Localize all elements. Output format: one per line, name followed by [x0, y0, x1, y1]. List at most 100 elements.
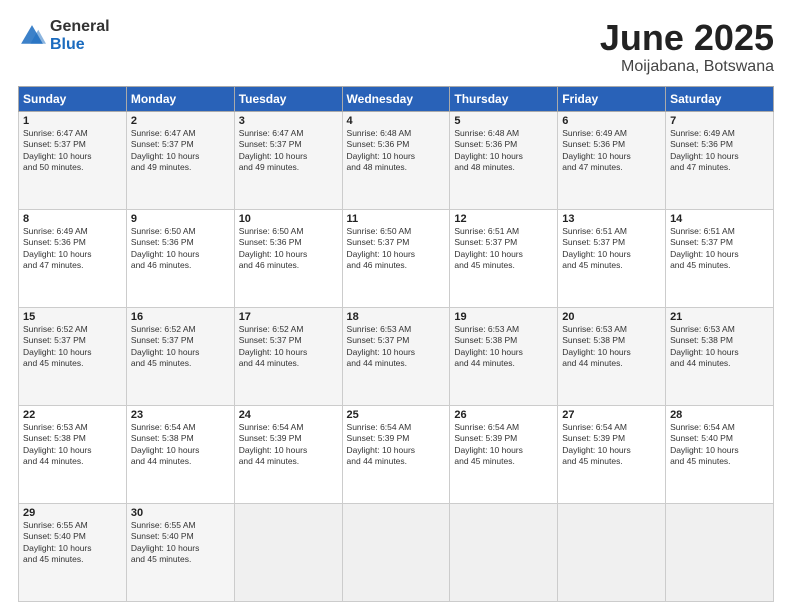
- calendar-day-cell: 22Sunrise: 6:53 AM Sunset: 5:38 PM Dayli…: [19, 405, 127, 503]
- calendar-empty-cell: [450, 503, 558, 601]
- header-saturday: Saturday: [666, 86, 774, 111]
- day-number: 12: [454, 213, 553, 225]
- title-area: June 2025 Moijabana, Botswana: [600, 18, 774, 76]
- day-number: 10: [239, 213, 338, 225]
- day-number: 2: [131, 115, 230, 127]
- day-info: Sunrise: 6:54 AM Sunset: 5:40 PM Dayligh…: [670, 422, 769, 468]
- calendar-empty-cell: [666, 503, 774, 601]
- day-info: Sunrise: 6:54 AM Sunset: 5:39 PM Dayligh…: [454, 422, 553, 468]
- calendar-day-cell: 6Sunrise: 6:49 AM Sunset: 5:36 PM Daylig…: [558, 111, 666, 209]
- calendar-day-cell: 10Sunrise: 6:50 AM Sunset: 5:36 PM Dayli…: [234, 209, 342, 307]
- calendar-week-row: 15Sunrise: 6:52 AM Sunset: 5:37 PM Dayli…: [19, 307, 774, 405]
- calendar-empty-cell: [558, 503, 666, 601]
- header-friday: Friday: [558, 86, 666, 111]
- day-number: 9: [131, 213, 230, 225]
- calendar-week-row: 29Sunrise: 6:55 AM Sunset: 5:40 PM Dayli…: [19, 503, 774, 601]
- calendar-day-cell: 12Sunrise: 6:51 AM Sunset: 5:37 PM Dayli…: [450, 209, 558, 307]
- day-info: Sunrise: 6:53 AM Sunset: 5:37 PM Dayligh…: [347, 324, 446, 370]
- calendar-day-cell: 14Sunrise: 6:51 AM Sunset: 5:37 PM Dayli…: [666, 209, 774, 307]
- header-thursday: Thursday: [450, 86, 558, 111]
- calendar-day-cell: 5Sunrise: 6:48 AM Sunset: 5:36 PM Daylig…: [450, 111, 558, 209]
- day-info: Sunrise: 6:47 AM Sunset: 5:37 PM Dayligh…: [131, 128, 230, 174]
- day-info: Sunrise: 6:47 AM Sunset: 5:37 PM Dayligh…: [23, 128, 122, 174]
- logo-general-text: General: [50, 18, 110, 36]
- calendar-day-cell: 3Sunrise: 6:47 AM Sunset: 5:37 PM Daylig…: [234, 111, 342, 209]
- day-number: 27: [562, 409, 661, 421]
- logo-text: General Blue: [50, 18, 110, 53]
- day-info: Sunrise: 6:55 AM Sunset: 5:40 PM Dayligh…: [23, 520, 122, 566]
- calendar-day-cell: 20Sunrise: 6:53 AM Sunset: 5:38 PM Dayli…: [558, 307, 666, 405]
- calendar-empty-cell: [342, 503, 450, 601]
- header-monday: Monday: [126, 86, 234, 111]
- day-number: 5: [454, 115, 553, 127]
- day-info: Sunrise: 6:49 AM Sunset: 5:36 PM Dayligh…: [23, 226, 122, 272]
- day-info: Sunrise: 6:51 AM Sunset: 5:37 PM Dayligh…: [670, 226, 769, 272]
- header-wednesday: Wednesday: [342, 86, 450, 111]
- day-number: 28: [670, 409, 769, 421]
- day-number: 3: [239, 115, 338, 127]
- day-info: Sunrise: 6:54 AM Sunset: 5:39 PM Dayligh…: [347, 422, 446, 468]
- calendar-day-cell: 24Sunrise: 6:54 AM Sunset: 5:39 PM Dayli…: [234, 405, 342, 503]
- logo: General Blue: [18, 18, 110, 53]
- day-number: 21: [670, 311, 769, 323]
- calendar-week-row: 8Sunrise: 6:49 AM Sunset: 5:36 PM Daylig…: [19, 209, 774, 307]
- day-number: 11: [347, 213, 446, 225]
- day-number: 24: [239, 409, 338, 421]
- day-info: Sunrise: 6:49 AM Sunset: 5:36 PM Dayligh…: [562, 128, 661, 174]
- calendar-day-cell: 17Sunrise: 6:52 AM Sunset: 5:37 PM Dayli…: [234, 307, 342, 405]
- calendar-day-cell: 29Sunrise: 6:55 AM Sunset: 5:40 PM Dayli…: [19, 503, 127, 601]
- calendar-day-cell: 23Sunrise: 6:54 AM Sunset: 5:38 PM Dayli…: [126, 405, 234, 503]
- page: General Blue June 2025 Moijabana, Botswa…: [0, 0, 792, 612]
- calendar-week-row: 1Sunrise: 6:47 AM Sunset: 5:37 PM Daylig…: [19, 111, 774, 209]
- calendar-day-cell: 19Sunrise: 6:53 AM Sunset: 5:38 PM Dayli…: [450, 307, 558, 405]
- calendar-day-cell: 8Sunrise: 6:49 AM Sunset: 5:36 PM Daylig…: [19, 209, 127, 307]
- day-info: Sunrise: 6:53 AM Sunset: 5:38 PM Dayligh…: [454, 324, 553, 370]
- header-tuesday: Tuesday: [234, 86, 342, 111]
- calendar-title: June 2025: [600, 18, 774, 58]
- day-info: Sunrise: 6:53 AM Sunset: 5:38 PM Dayligh…: [23, 422, 122, 468]
- day-info: Sunrise: 6:51 AM Sunset: 5:37 PM Dayligh…: [454, 226, 553, 272]
- logo-blue-text: Blue: [50, 36, 110, 54]
- day-number: 15: [23, 311, 122, 323]
- day-number: 8: [23, 213, 122, 225]
- day-number: 13: [562, 213, 661, 225]
- calendar-day-cell: 26Sunrise: 6:54 AM Sunset: 5:39 PM Dayli…: [450, 405, 558, 503]
- day-number: 23: [131, 409, 230, 421]
- day-number: 4: [347, 115, 446, 127]
- day-info: Sunrise: 6:54 AM Sunset: 5:38 PM Dayligh…: [131, 422, 230, 468]
- day-info: Sunrise: 6:50 AM Sunset: 5:36 PM Dayligh…: [131, 226, 230, 272]
- day-number: 29: [23, 507, 122, 519]
- day-info: Sunrise: 6:47 AM Sunset: 5:37 PM Dayligh…: [239, 128, 338, 174]
- calendar-day-cell: 27Sunrise: 6:54 AM Sunset: 5:39 PM Dayli…: [558, 405, 666, 503]
- day-number: 18: [347, 311, 446, 323]
- day-info: Sunrise: 6:48 AM Sunset: 5:36 PM Dayligh…: [347, 128, 446, 174]
- calendar-day-cell: 1Sunrise: 6:47 AM Sunset: 5:37 PM Daylig…: [19, 111, 127, 209]
- day-number: 30: [131, 507, 230, 519]
- calendar-day-cell: 11Sunrise: 6:50 AM Sunset: 5:37 PM Dayli…: [342, 209, 450, 307]
- day-number: 22: [23, 409, 122, 421]
- weekday-header-row: Sunday Monday Tuesday Wednesday Thursday…: [19, 86, 774, 111]
- day-number: 19: [454, 311, 553, 323]
- calendar-day-cell: 30Sunrise: 6:55 AM Sunset: 5:40 PM Dayli…: [126, 503, 234, 601]
- day-info: Sunrise: 6:53 AM Sunset: 5:38 PM Dayligh…: [562, 324, 661, 370]
- day-info: Sunrise: 6:49 AM Sunset: 5:36 PM Dayligh…: [670, 128, 769, 174]
- day-info: Sunrise: 6:52 AM Sunset: 5:37 PM Dayligh…: [239, 324, 338, 370]
- day-info: Sunrise: 6:50 AM Sunset: 5:36 PM Dayligh…: [239, 226, 338, 272]
- calendar-day-cell: 25Sunrise: 6:54 AM Sunset: 5:39 PM Dayli…: [342, 405, 450, 503]
- calendar-day-cell: 7Sunrise: 6:49 AM Sunset: 5:36 PM Daylig…: [666, 111, 774, 209]
- logo-icon: [18, 22, 46, 50]
- day-number: 7: [670, 115, 769, 127]
- day-number: 25: [347, 409, 446, 421]
- day-number: 6: [562, 115, 661, 127]
- calendar-day-cell: 16Sunrise: 6:52 AM Sunset: 5:37 PM Dayli…: [126, 307, 234, 405]
- day-info: Sunrise: 6:52 AM Sunset: 5:37 PM Dayligh…: [131, 324, 230, 370]
- day-info: Sunrise: 6:51 AM Sunset: 5:37 PM Dayligh…: [562, 226, 661, 272]
- day-info: Sunrise: 6:50 AM Sunset: 5:37 PM Dayligh…: [347, 226, 446, 272]
- day-number: 1: [23, 115, 122, 127]
- day-info: Sunrise: 6:54 AM Sunset: 5:39 PM Dayligh…: [562, 422, 661, 468]
- calendar-day-cell: 28Sunrise: 6:54 AM Sunset: 5:40 PM Dayli…: [666, 405, 774, 503]
- calendar-week-row: 22Sunrise: 6:53 AM Sunset: 5:38 PM Dayli…: [19, 405, 774, 503]
- day-info: Sunrise: 6:52 AM Sunset: 5:37 PM Dayligh…: [23, 324, 122, 370]
- day-info: Sunrise: 6:55 AM Sunset: 5:40 PM Dayligh…: [131, 520, 230, 566]
- calendar-day-cell: 13Sunrise: 6:51 AM Sunset: 5:37 PM Dayli…: [558, 209, 666, 307]
